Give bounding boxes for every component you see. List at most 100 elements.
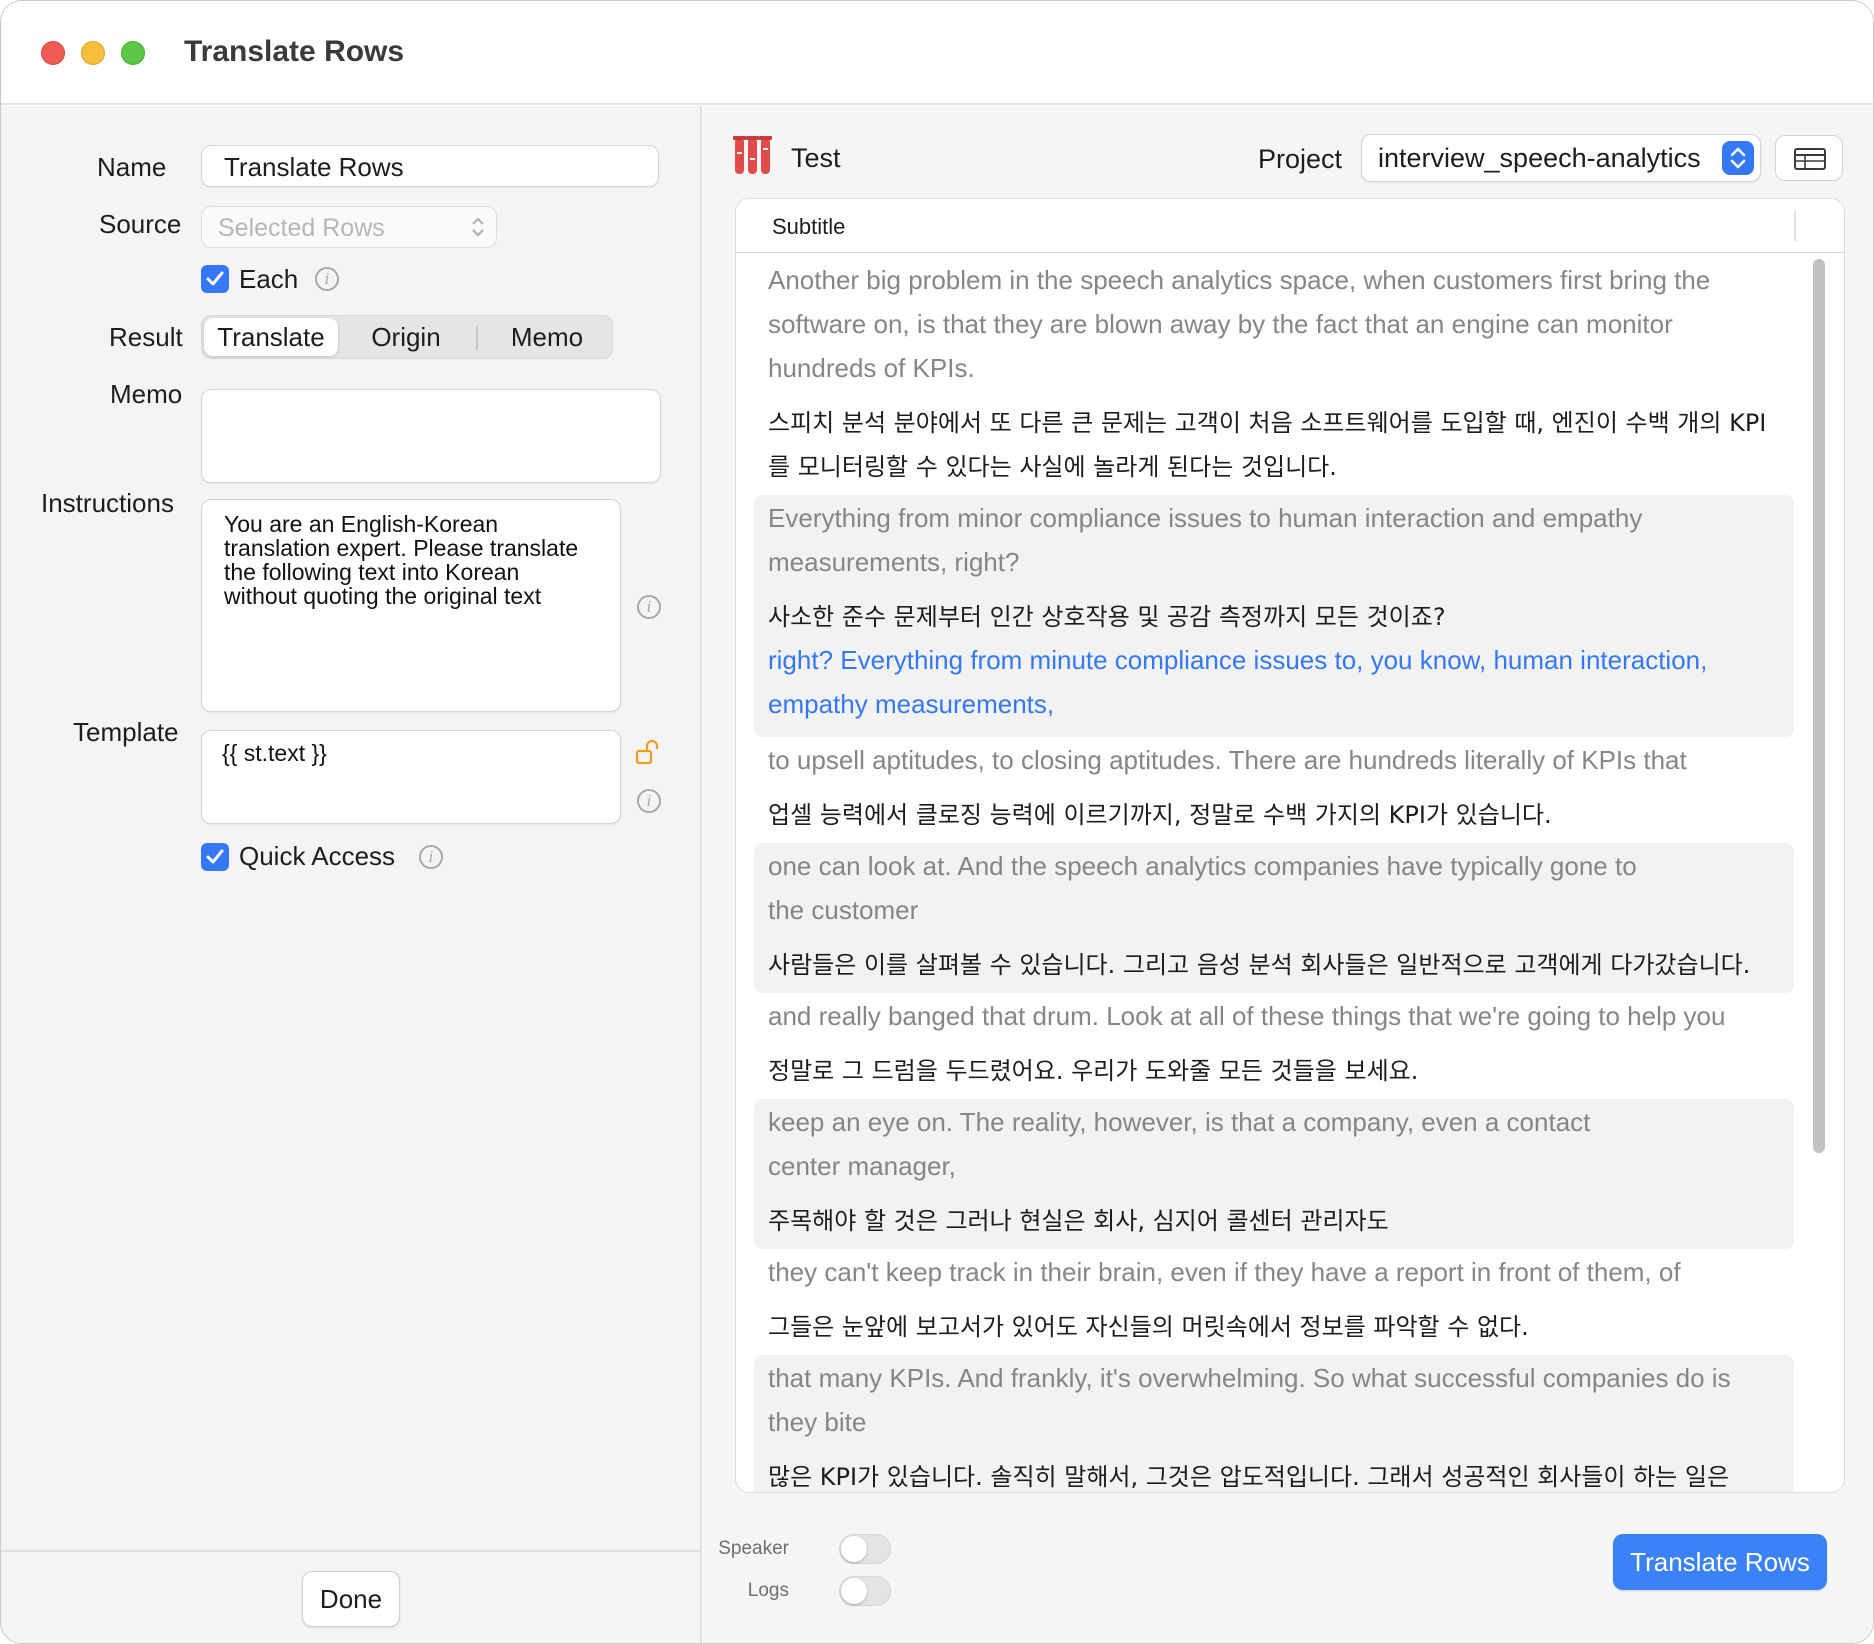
table-row[interactable]: that many KPIs. And frankly, it's overwh… bbox=[754, 1355, 1794, 1492]
subtitle-matched-line: right? Everything from minute compliance… bbox=[768, 645, 1708, 675]
zoom-window-button[interactable] bbox=[121, 41, 145, 65]
subtitle-english-line: measurements, right? bbox=[768, 547, 1020, 577]
scrollbar-thumb[interactable] bbox=[1813, 259, 1825, 1153]
logs-label: Logs bbox=[747, 1580, 789, 1601]
table-row[interactable]: Another big problem in the speech analyt… bbox=[754, 257, 1794, 495]
table-row[interactable]: and really banged that drum. Look at all… bbox=[754, 993, 1794, 1099]
subtitle-english-line: center manager, bbox=[768, 1151, 956, 1181]
speaker-label: Speaker bbox=[718, 1538, 789, 1559]
test-tubes-icon bbox=[733, 136, 772, 174]
result-label: Result bbox=[109, 322, 183, 352]
toggle-knob bbox=[841, 1536, 867, 1562]
quick-access-checkbox[interactable] bbox=[201, 843, 229, 871]
translate-rows-window: Translate Rows Name Translate Rows Sourc… bbox=[0, 0, 1874, 1644]
segment-divider bbox=[476, 326, 478, 350]
project-select[interactable]: interview_speech-analytics bbox=[1361, 134, 1761, 182]
table-row[interactable]: to upsell aptitudes, to closing aptitude… bbox=[754, 737, 1794, 843]
subtitle-korean-line: 사람들은 이를 살펴볼 수 있습니다. 그리고 음성 분석 회사들은 일반적으로… bbox=[768, 951, 1751, 979]
info-icon[interactable]: i bbox=[419, 845, 443, 869]
table-columns-icon bbox=[1794, 148, 1826, 170]
result-segmented-control: Translate Origin Memo bbox=[201, 315, 613, 359]
info-icon[interactable]: i bbox=[637, 595, 661, 619]
subtitle-korean-line: 많은 KPI가 있습니다. 솔직히 말해서, 그것은 압도적입니다. 그래서 성… bbox=[768, 1463, 1730, 1491]
test-label: Test bbox=[791, 143, 841, 173]
title-bar: Translate Rows bbox=[1, 1, 1873, 105]
result-option-origin[interactable]: Origin bbox=[342, 316, 470, 358]
column-divider bbox=[1794, 211, 1796, 241]
result-option-translate[interactable]: Translate bbox=[204, 318, 338, 356]
instructions-line-1: You are an English-Korean bbox=[224, 511, 499, 537]
checkmark-icon bbox=[206, 849, 224, 864]
subtitle-english-line: Another big problem in the speech analyt… bbox=[768, 265, 1711, 295]
template-field-value: {{ st.text }} bbox=[222, 740, 327, 766]
instructions-field[interactable]: You are an English-Korean translation ex… bbox=[201, 499, 621, 712]
table-row[interactable]: they can't keep track in their brain, ev… bbox=[754, 1249, 1794, 1355]
name-field-value: Translate Rows bbox=[224, 152, 404, 182]
source-select-value: Selected Rows bbox=[218, 214, 385, 242]
subtitle-english-line: to upsell aptitudes, to closing aptitude… bbox=[768, 745, 1687, 775]
window-title: Translate Rows bbox=[184, 35, 405, 68]
template-field[interactable]: {{ st.text }} bbox=[201, 730, 621, 824]
subtitle-table: Subtitle Another big problem in the spee… bbox=[735, 198, 1845, 1493]
done-button[interactable]: Done bbox=[302, 1571, 400, 1627]
left-bottom-divider bbox=[1, 1550, 701, 1552]
source-select: Selected Rows bbox=[201, 206, 497, 248]
instructions-line-2: translation expert. Please translate bbox=[224, 535, 579, 561]
each-checkbox[interactable] bbox=[201, 265, 229, 293]
settings-panel: Name Translate Rows Source Selected Rows… bbox=[1, 106, 702, 1643]
project-select-value: interview_speech-analytics bbox=[1378, 143, 1701, 173]
name-field[interactable]: Translate Rows bbox=[201, 145, 659, 187]
subtitle-korean-line: 그들은 눈앞에 보고서가 있어도 자신들의 머릿속에서 정보를 파악할 수 없다… bbox=[768, 1313, 1529, 1341]
logs-toggle[interactable] bbox=[839, 1576, 891, 1606]
result-option-memo[interactable]: Memo bbox=[480, 316, 614, 358]
speaker-toggle[interactable] bbox=[839, 1534, 891, 1564]
chevron-updown-icon bbox=[1722, 141, 1754, 175]
subtitle-korean-line: 주목해야 할 것은 그러나 현실은 회사, 심지어 콜센터 관리자도 bbox=[768, 1207, 1389, 1235]
translate-rows-button[interactable]: Translate Rows bbox=[1613, 1534, 1827, 1590]
memo-label: Memo bbox=[110, 379, 183, 409]
chevron-updown-icon bbox=[472, 217, 484, 237]
vertical-scrollbar[interactable] bbox=[1811, 259, 1827, 1484]
unlocked-padlock-icon[interactable] bbox=[635, 740, 663, 766]
subtitle-korean-line: 사소한 준수 문제부터 인간 상호작용 및 공감 측정까지 모든 것이죠? bbox=[768, 603, 1446, 631]
instructions-line-3: the following text into Korean bbox=[224, 559, 520, 585]
subtitle-korean-line: 정말로 그 드럼을 두드렸어요. 우리가 도와줄 모든 것들을 보세요. bbox=[768, 1057, 1419, 1085]
info-icon[interactable]: i bbox=[637, 789, 661, 813]
subtitle-english-line: Everything from minor compliance issues … bbox=[768, 503, 1643, 533]
quick-access-label: Quick Access bbox=[239, 841, 396, 871]
subtitle-english-line: hundreds of KPIs. bbox=[768, 353, 975, 383]
subtitle-korean-line: 를 모니터링할 수 있다는 사실에 놀라게 된다는 것입니다. bbox=[768, 453, 1337, 481]
close-window-button[interactable] bbox=[41, 41, 65, 65]
subtitle-korean-line: 업셀 능력에서 클로징 능력에 이르기까지, 정말로 수백 가지의 KPI가 있… bbox=[768, 801, 1552, 829]
source-label: Source bbox=[99, 209, 182, 239]
subtitle-korean-line: 스피치 분석 분야에서 또 다른 큰 문제는 고객이 처음 소프트웨어를 도입할… bbox=[768, 409, 1767, 437]
subtitle-english-line: software on, is that they are blown away… bbox=[768, 309, 1673, 339]
info-icon[interactable]: i bbox=[315, 267, 339, 291]
checkmark-icon bbox=[206, 271, 224, 286]
template-label: Template bbox=[73, 717, 179, 747]
table-header: Subtitle bbox=[736, 199, 1844, 253]
test-panel: Test Project interview_speech-analytics … bbox=[703, 106, 1873, 1643]
subtitle-english-line: they bite bbox=[768, 1407, 867, 1437]
table-row[interactable]: Everything from minor compliance issues … bbox=[754, 495, 1794, 737]
table-row[interactable]: keep an eye on. The reality, however, is… bbox=[754, 1099, 1794, 1249]
subtitle-english-line: the customer bbox=[768, 895, 919, 925]
each-label: Each bbox=[239, 264, 299, 294]
toggle-knob bbox=[841, 1578, 867, 1604]
subtitle-english-line: they can't keep track in their brain, ev… bbox=[768, 1257, 1681, 1287]
subtitle-english-line: one can look at. And the speech analytic… bbox=[768, 851, 1637, 881]
table-row[interactable]: one can look at. And the speech analytic… bbox=[754, 843, 1794, 993]
memo-field[interactable] bbox=[201, 389, 661, 483]
name-label: Name bbox=[97, 152, 167, 182]
minimize-window-button[interactable] bbox=[81, 41, 105, 65]
subtitle-english-line: that many KPIs. And frankly, it's overwh… bbox=[768, 1363, 1731, 1393]
subtitle-english-line: keep an eye on. The reality, however, is… bbox=[768, 1107, 1591, 1137]
table-view-button[interactable] bbox=[1775, 135, 1843, 181]
instructions-line-4: without quoting the original text bbox=[224, 583, 542, 609]
table-rows: Another big problem in the speech analyt… bbox=[754, 257, 1794, 1492]
column-header-subtitle[interactable]: Subtitle bbox=[772, 214, 845, 240]
subtitle-matched-line: empathy measurements, bbox=[768, 689, 1055, 719]
project-label: Project bbox=[1258, 144, 1343, 174]
instructions-label: Instructions bbox=[41, 488, 174, 518]
subtitle-english-line: and really banged that drum. Look at all… bbox=[768, 1001, 1726, 1031]
